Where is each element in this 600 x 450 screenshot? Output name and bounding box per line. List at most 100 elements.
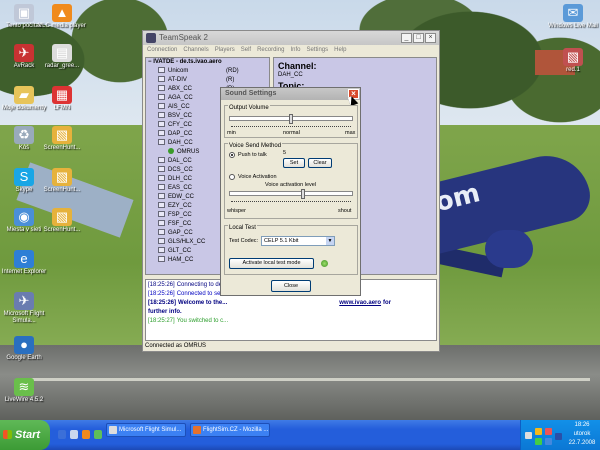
- channel-name: EDW_CC: [168, 194, 195, 200]
- desktop-icon-windows-live-mail[interactable]: ✉ Windows Live Mail: [548, 4, 598, 30]
- sound-settings-title: Sound Settings: [221, 88, 360, 100]
- channel-name: AGA_CC: [168, 95, 193, 101]
- image-file-icon: ▧: [563, 48, 583, 66]
- desktop-icon-flight-simulator[interactable]: ✈ Microsoft Flight Simula...: [0, 292, 48, 325]
- channel-icon: [158, 220, 165, 227]
- channel-icon: [158, 247, 165, 254]
- minimize-icon[interactable]: _: [401, 33, 412, 43]
- desktop-icon-radar-green[interactable]: ▤ radar_gree...: [38, 44, 86, 70]
- voice-activation-track[interactable]: [229, 191, 353, 196]
- start-button[interactable]: Start: [0, 420, 50, 450]
- volume-tray-icon[interactable]: [545, 438, 552, 445]
- close-button[interactable]: Close: [271, 280, 311, 292]
- avrack-icon: ✈: [14, 44, 34, 62]
- clock-date[interactable]: 22.7.2008: [565, 440, 599, 446]
- desktop-icon-screenhunter-2[interactable]: ▧ ScreenHunt...: [38, 168, 86, 194]
- channel-row[interactable]: AT-DIV (R): [146, 76, 269, 85]
- channel-icon: [158, 184, 165, 191]
- sound-settings-dialog[interactable]: Sound Settings × Output Volume min norma…: [220, 87, 361, 296]
- output-volume-normal: normal: [283, 130, 300, 136]
- voice-activation-shout: shout: [338, 208, 352, 214]
- desktop-icon-label: LiveWire 4.5.2: [4, 397, 44, 403]
- log-link-tail: for: [383, 300, 392, 306]
- task-firefox[interactable]: FlightSim.CZ - Mozilla ...: [190, 423, 270, 437]
- chevron-down-icon[interactable]: ▼: [326, 237, 334, 245]
- channel-name: EZY_CC: [168, 203, 192, 209]
- show-desktop-icon[interactable]: [58, 430, 66, 439]
- test-codec-select[interactable]: CELP 5.1 Kbit ▼: [261, 236, 335, 246]
- log-time: [18:25:26]: [148, 282, 175, 288]
- start-label: Start: [15, 429, 41, 441]
- activate-local-test-button[interactable]: Activate local test mode: [229, 258, 314, 269]
- server-row[interactable]: − IVATDE - de.ts.ivao.aero: [146, 58, 269, 67]
- test-status-led-icon: [321, 260, 328, 267]
- push-to-talk-radio[interactable]: [229, 152, 235, 158]
- ie-quicklaunch-icon[interactable]: [70, 430, 78, 439]
- maximize-icon[interactable]: □: [413, 33, 424, 43]
- desktop-icon-vlc[interactable]: ▲ VLC media player: [38, 4, 86, 30]
- teamspeak-logo-icon: [146, 33, 156, 43]
- voice-send-method-group: Voice Send Method Push to talk 5 Set Cle…: [224, 143, 358, 219]
- desktop-icon-screenhunter-1[interactable]: ▧ ScreenHunt...: [38, 126, 86, 152]
- safely-remove-icon[interactable]: [525, 432, 532, 439]
- vlc-quicklaunch-icon[interactable]: [82, 430, 90, 439]
- desktop-icon-internet-explorer[interactable]: e Internet Explorer: [0, 250, 48, 276]
- player-speaker-icon: [168, 148, 174, 155]
- channel-name: FSF_CC: [168, 221, 192, 227]
- output-volume-slider[interactable]: [289, 114, 293, 124]
- teamspeak-menubar: Connection Channels Players Self Recording In…: [143, 45, 439, 56]
- menu-item-self[interactable]: Self: [241, 47, 251, 53]
- channel-icon: [158, 103, 165, 110]
- channel-name: FSP_CC: [168, 212, 192, 218]
- recycle-bin-icon: ♻: [14, 126, 34, 144]
- image-file-icon: ▧: [52, 208, 72, 226]
- menu-item-help[interactable]: Help: [334, 47, 346, 53]
- desktop-icon-red1[interactable]: ▧ red.1: [548, 48, 598, 74]
- desktop-icon-screenhunter-3[interactable]: ▧ ScreenHunt...: [38, 208, 86, 234]
- menu-item-players[interactable]: Players: [215, 47, 235, 53]
- push-to-talk-hotkey: 5: [283, 150, 287, 156]
- clock-time[interactable]: 18:26: [565, 422, 599, 428]
- channel-icon: [158, 193, 165, 200]
- menu-item-connection[interactable]: Connection: [147, 47, 177, 53]
- teamspeak-titlebar[interactable]: TeamSpeak 2 _ □ ×: [143, 31, 439, 45]
- desktop-icon-lfmn[interactable]: ▦ LFMN: [38, 86, 86, 112]
- wallpaper-runway: [0, 345, 600, 420]
- voice-activation-slider[interactable]: [301, 189, 305, 199]
- channel-icon: [158, 85, 165, 92]
- menu-item-settings[interactable]: Settings: [306, 47, 328, 53]
- set-hotkey-button[interactable]: Set: [283, 158, 305, 168]
- close-icon[interactable]: ×: [425, 33, 436, 43]
- log-time: [18:25:27]: [148, 318, 175, 324]
- channel-icon: [158, 76, 165, 83]
- task-flight-simulator[interactable]: Microsoft Flight Simul...: [106, 423, 186, 437]
- channel-flag: (R): [226, 77, 235, 83]
- clear-hotkey-button[interactable]: Clear: [308, 158, 332, 168]
- document-icon: ▤: [52, 44, 72, 62]
- desktop-icon-livewire[interactable]: ≋ LiveWire 4.5.2: [0, 378, 48, 404]
- channel-row[interactable]: Unicom (RD): [146, 67, 269, 76]
- channel-icon: [158, 256, 165, 263]
- flight-sim-task-icon: [109, 426, 117, 434]
- pdf-icon: ▦: [52, 86, 72, 104]
- menu-item-info[interactable]: Info: [290, 47, 300, 53]
- update-tray-icon[interactable]: [535, 438, 542, 445]
- desktop-icon-label: Google Earth: [6, 355, 42, 361]
- status-bar: Connected as OMRUS: [145, 343, 207, 349]
- teamspeak-tray-icon[interactable]: [555, 433, 562, 440]
- desktop-icon-label: AvRack: [13, 63, 35, 69]
- server-expand-icon[interactable]: −: [148, 59, 152, 65]
- menu-item-recording[interactable]: Recording: [257, 47, 284, 53]
- clock-day[interactable]: utorok: [565, 431, 599, 437]
- channel-name: DAL_CC: [168, 158, 192, 164]
- push-to-talk-label: Push to talk: [238, 152, 267, 158]
- menu-item-channels[interactable]: Channels: [183, 47, 208, 53]
- voice-send-method-label: Voice Send Method: [228, 143, 283, 149]
- desktop-icon-google-earth[interactable]: ● Google Earth: [0, 336, 48, 362]
- ivao-link[interactable]: www.ivao.aero: [339, 300, 381, 306]
- flight-sim-icon: ✈: [14, 292, 34, 310]
- security-tray-icon[interactable]: [545, 428, 552, 435]
- network-tray-icon[interactable]: [535, 428, 542, 435]
- skype-quicklaunch-icon[interactable]: [94, 430, 102, 439]
- voice-activation-radio[interactable]: [229, 174, 235, 180]
